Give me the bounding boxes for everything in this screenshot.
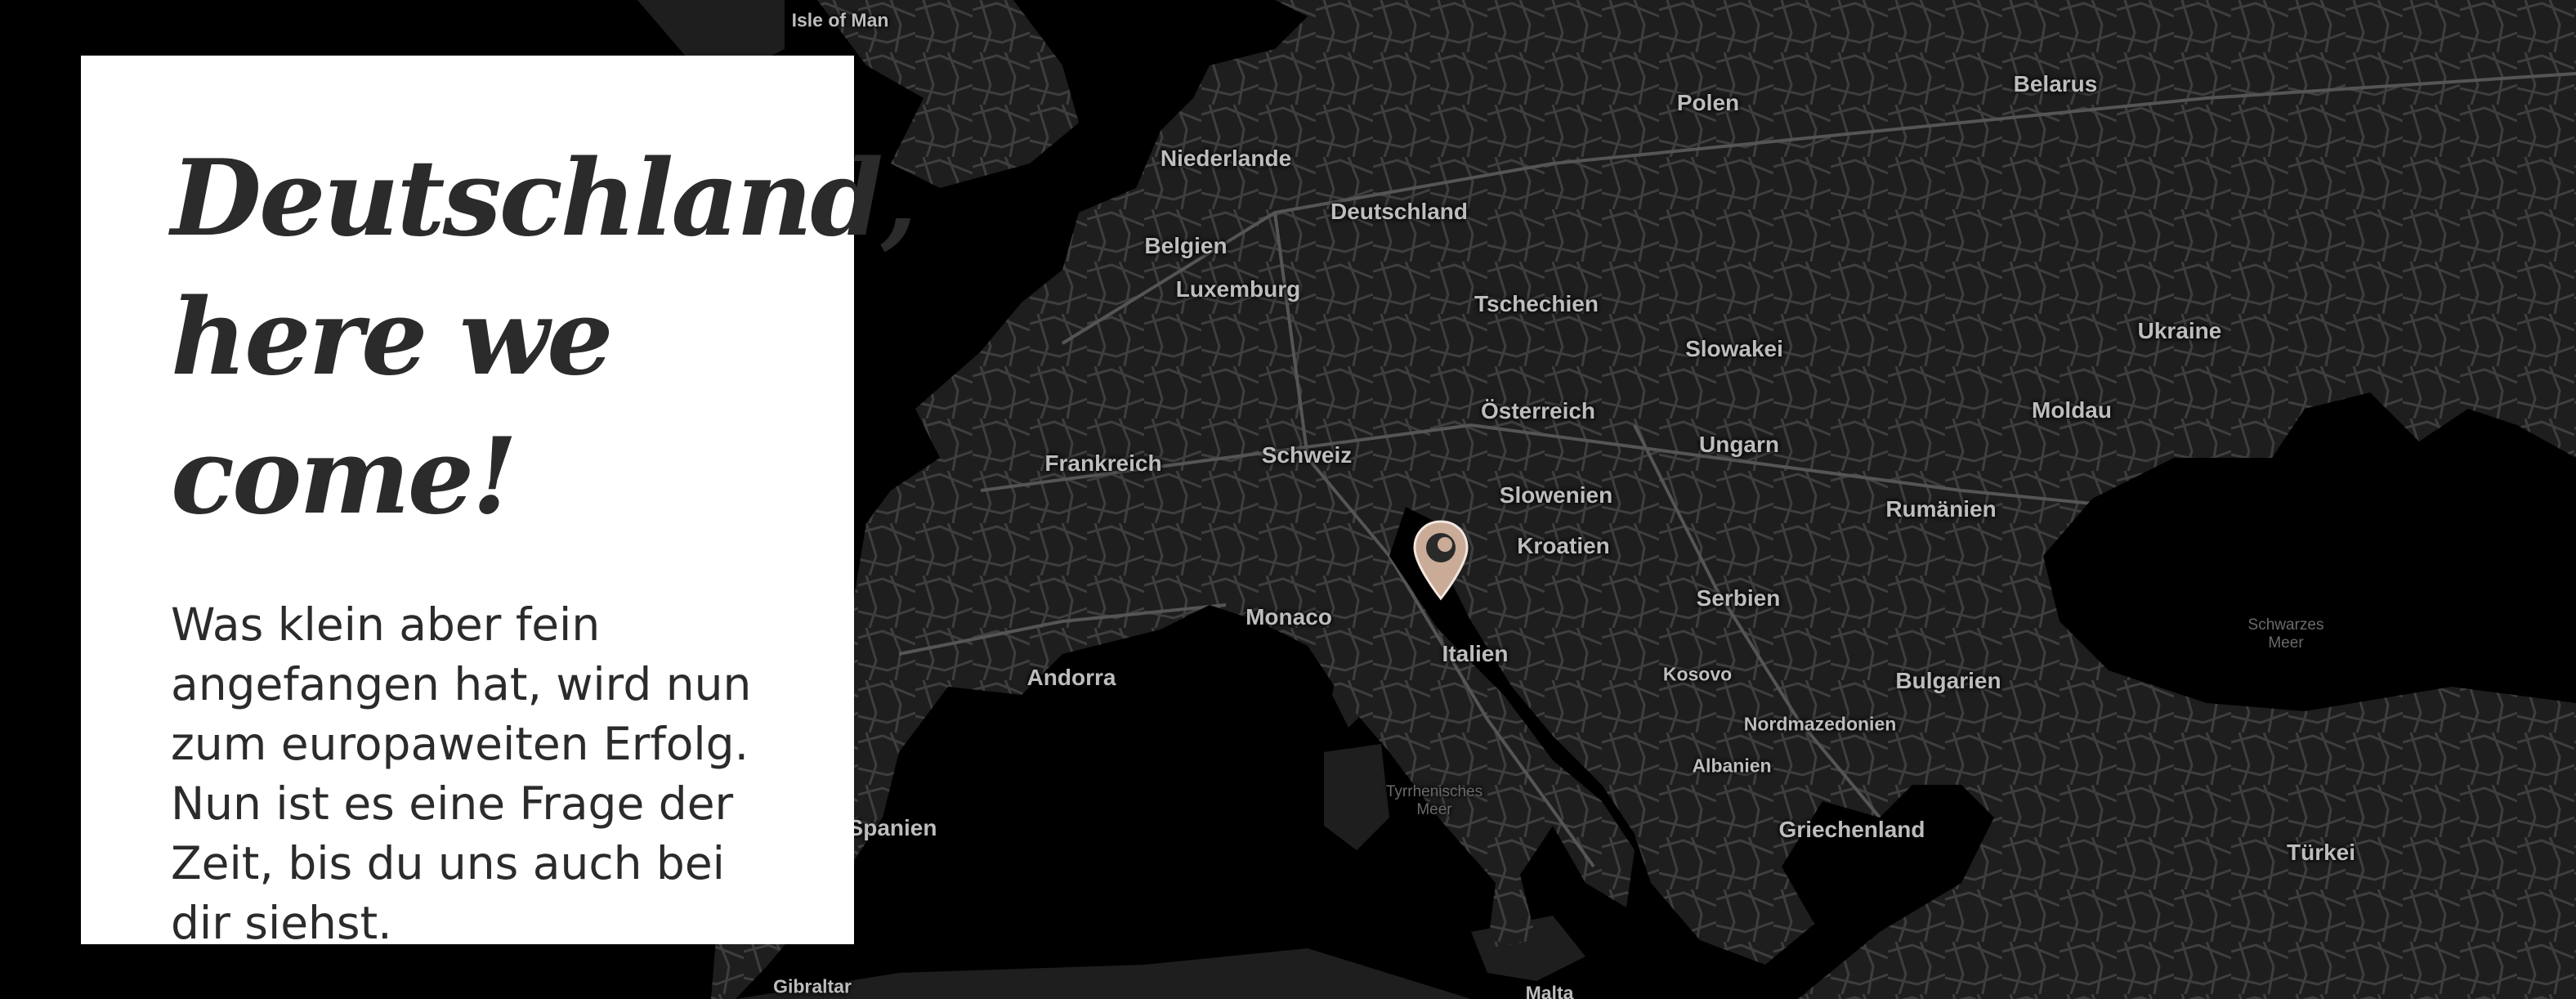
label-kroatien: Kroatien: [1517, 533, 1610, 558]
label-italien: Italien: [1442, 641, 1509, 666]
label-isle-of-man: Isle of Man: [791, 9, 889, 31]
headline-line-2: here we come!: [171, 276, 614, 538]
label-griechenland: Griechenland: [1778, 817, 1925, 842]
label-schwarzes-meer: Schwarzes Meer: [2247, 616, 2324, 652]
label-polen: Polen: [1676, 90, 1740, 115]
label-bulgarien: Bulgarien: [1895, 668, 2001, 693]
label-andorra: Andorra: [1026, 665, 1116, 690]
map-pin-icon[interactable]: [1412, 520, 1469, 602]
label-slowakei: Slowakei: [1685, 336, 1783, 361]
label-nordmazedonien: Nordmazedonien: [1743, 713, 1897, 735]
info-card: Deutschland, here we come! Was klein abe…: [81, 56, 917, 949]
headline: Deutschland, here we come!: [171, 129, 917, 546]
label-ungarn: Ungarn: [1699, 432, 1779, 457]
headline-line-1: Deutschland,: [171, 137, 917, 260]
label-tuerkei: Türkei: [2286, 840, 2356, 865]
map-stage[interactable]: Isle of Man Niederlande Deutschland Belg…: [0, 0, 2576, 999]
label-frankreich: Frankreich: [1044, 450, 1162, 476]
label-serbien: Serbien: [1696, 585, 1781, 611]
label-ukraine: Ukraine: [2137, 318, 2222, 343]
label-slowenien: Slowenien: [1499, 482, 1613, 508]
label-moldau: Moldau: [2032, 397, 2112, 423]
label-monaco: Monaco: [1246, 604, 1332, 629]
label-oesterreich: Österreich: [1480, 398, 1596, 423]
label-gibraltar: Gibraltar: [773, 975, 852, 997]
label-tyrrhenisches-meer: Tyrrhenisches Meer: [1385, 783, 1483, 818]
label-malta: Malta: [1525, 982, 1574, 999]
label-belarus: Belarus: [2013, 71, 2098, 96]
label-luxemburg: Luxemburg: [1175, 276, 1301, 302]
label-schweiz: Schweiz: [1261, 442, 1353, 468]
label-spanien: Spanien: [847, 815, 937, 840]
label-niederlande: Niederlande: [1160, 146, 1292, 171]
label-deutschland: Deutschland: [1330, 199, 1469, 224]
body-text: Was klein aber fein angefangen hat, wird…: [171, 598, 752, 949]
label-belgien: Belgien: [1144, 233, 1228, 258]
label-albanien: Albanien: [1692, 755, 1772, 777]
label-kosovo: Kosovo: [1662, 663, 1733, 685]
label-rumaenien: Rumänien: [1885, 496, 1997, 522]
label-tschechien: Tschechien: [1474, 291, 1599, 316]
